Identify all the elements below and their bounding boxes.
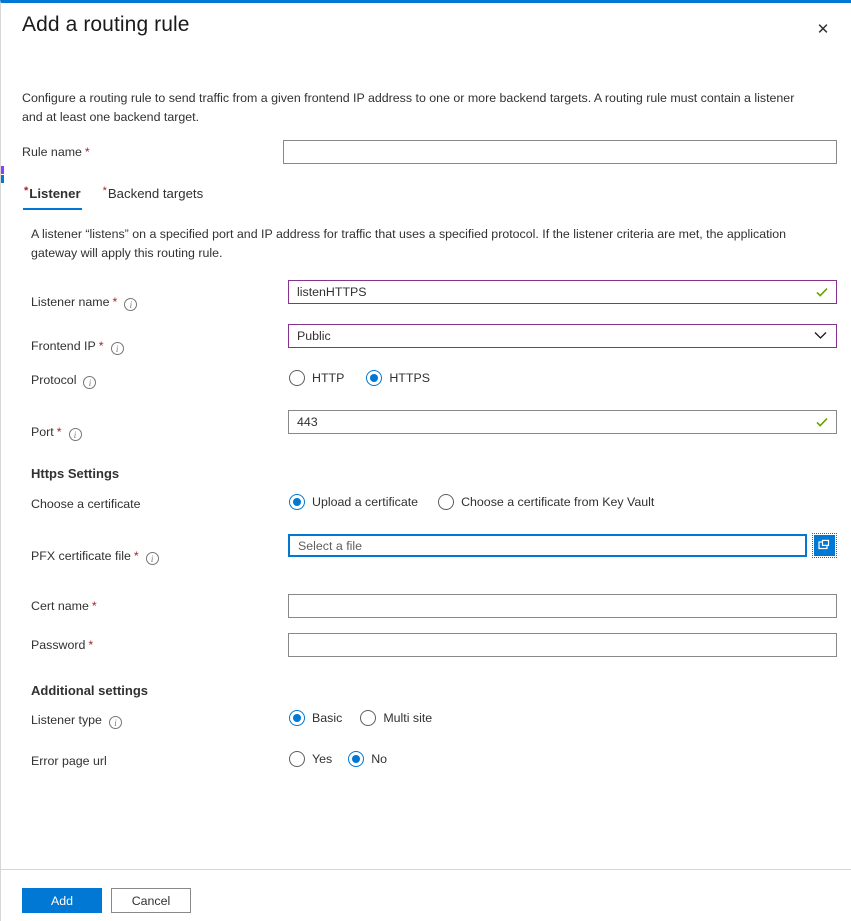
required-asterisk: * <box>88 638 94 652</box>
tab-list: *Listener *Backend targets <box>22 185 205 210</box>
protocol-option-https-label: HTTPS <box>389 371 430 385</box>
listener-name-input[interactable] <box>288 280 837 304</box>
port-row: Port * i <box>1 410 851 441</box>
radio-circle-icon <box>289 370 305 386</box>
protocol-radio-group: HTTP HTTPS <box>289 370 430 386</box>
listener-type-option-multisite[interactable]: Multi site <box>360 710 432 726</box>
info-icon[interactable]: i <box>68 428 82 441</box>
protocol-option-https[interactable]: HTTPS <box>366 370 430 386</box>
choose-certificate-label: Choose a certificate <box>31 497 141 511</box>
required-asterisk: * <box>84 145 90 159</box>
left-edge-marker-2 <box>1 175 4 183</box>
listener-type-row: Listener type i Basic Multi site <box>1 708 851 732</box>
info-icon[interactable]: i <box>83 376 97 389</box>
rule-name-row: Rule name * <box>1 140 851 164</box>
frontend-ip-select[interactable] <box>288 324 837 348</box>
pfx-certificate-file-input[interactable] <box>288 534 807 557</box>
tab-listener[interactable]: *Listener <box>22 185 83 210</box>
info-icon[interactable]: i <box>108 716 122 729</box>
tab-description: A listener “listens” on a specified port… <box>31 227 787 260</box>
info-icon[interactable]: i <box>110 342 124 355</box>
required-asterisk: * <box>133 549 139 563</box>
radio-circle-icon <box>348 751 365 767</box>
password-row: Password * <box>1 633 851 657</box>
folder-browse-glyph <box>818 539 830 550</box>
tab-backend-targets[interactable]: *Backend targets <box>101 185 206 210</box>
protocol-option-http[interactable]: HTTP <box>289 370 344 386</box>
rule-name-label: Rule name * <box>22 145 90 159</box>
protocol-row: Protocol i HTTP HTTPS <box>1 368 851 392</box>
pfx-certificate-file-label: PFX certificate file * i <box>31 544 159 568</box>
add-button[interactable]: Add <box>22 888 102 913</box>
tab-listener-label: Listener <box>29 186 81 201</box>
radio-circle-icon <box>438 494 455 510</box>
choose-certificate-row: Choose a certificate Upload a certificat… <box>1 492 851 516</box>
footer-divider <box>1 869 851 870</box>
error-page-url-option-no-label: No <box>371 752 388 766</box>
listener-type-option-basic-label: Basic <box>312 711 343 725</box>
certificate-option-keyvault-label: Choose a certificate from Key Vault <box>461 495 655 509</box>
port-input[interactable] <box>288 410 837 434</box>
radio-circle-icon <box>289 710 305 726</box>
error-page-url-label: Error page url <box>31 754 107 768</box>
radio-circle-icon <box>366 370 383 386</box>
protocol-label: Protocol i <box>31 368 97 392</box>
info-icon[interactable]: i <box>145 552 159 565</box>
error-page-url-option-no[interactable]: No <box>348 751 387 767</box>
blade-description: Configure a routing rule to send traffic… <box>22 91 795 124</box>
https-settings-heading: Https Settings <box>31 466 120 481</box>
pfx-certificate-file-row: PFX certificate file * i <box>1 533 851 565</box>
cert-name-label: Cert name * <box>31 599 97 613</box>
listener-type-label: Listener type i <box>31 708 122 732</box>
password-input[interactable] <box>288 633 837 657</box>
required-asterisk: * <box>98 339 104 353</box>
radio-circle-icon <box>360 710 377 726</box>
error-page-url-option-yes-label: Yes <box>312 752 333 766</box>
radio-circle-icon <box>289 751 305 767</box>
radio-circle-icon <box>289 494 305 510</box>
page-title: Add a routing rule <box>22 13 190 36</box>
left-edge-marker <box>1 166 4 174</box>
choose-certificate-radio-group: Upload a certificate Choose a certificat… <box>289 494 654 510</box>
protocol-option-http-label: HTTP <box>312 371 345 385</box>
folder-browse-icon[interactable] <box>812 533 837 558</box>
frontend-ip-label: Frontend IP * i <box>31 334 124 358</box>
additional-settings-heading: Additional settings <box>31 683 148 698</box>
footer-actions: Add Cancel <box>22 888 191 913</box>
password-label: Password * <box>31 638 94 652</box>
add-routing-rule-blade: Add a routing rule ✕ Configure a routing… <box>0 0 851 921</box>
frontend-ip-row: Frontend IP * i <box>1 324 851 355</box>
required-asterisk: * <box>112 295 118 309</box>
close-icon[interactable]: ✕ <box>809 15 837 43</box>
port-label: Port * i <box>31 420 82 444</box>
listener-type-radio-group: Basic Multi site <box>289 710 432 726</box>
listener-name-label: Listener name * i <box>31 290 138 314</box>
error-page-url-radio-group: Yes No <box>289 751 387 767</box>
certificate-option-upload-label: Upload a certificate <box>312 495 419 509</box>
error-page-url-row: Error page url Yes No <box>1 749 851 773</box>
tab-backend-targets-label: Backend targets <box>107 186 204 201</box>
rule-name-input[interactable] <box>283 140 837 164</box>
required-asterisk: * <box>91 599 97 613</box>
cert-name-input[interactable] <box>288 594 837 618</box>
certificate-option-upload[interactable]: Upload a certificate <box>289 494 418 510</box>
listener-name-row: Listener name * i <box>1 280 851 311</box>
blade-header: Add a routing rule ✕ <box>1 3 851 65</box>
cancel-button[interactable]: Cancel <box>111 888 191 913</box>
error-page-url-option-yes[interactable]: Yes <box>289 751 332 767</box>
certificate-option-keyvault[interactable]: Choose a certificate from Key Vault <box>438 494 654 510</box>
required-asterisk: * <box>56 425 62 439</box>
info-icon[interactable]: i <box>124 298 138 311</box>
cert-name-row: Cert name * <box>1 594 851 618</box>
listener-type-option-multisite-label: Multi site <box>383 711 433 725</box>
listener-type-option-basic[interactable]: Basic <box>289 710 342 726</box>
